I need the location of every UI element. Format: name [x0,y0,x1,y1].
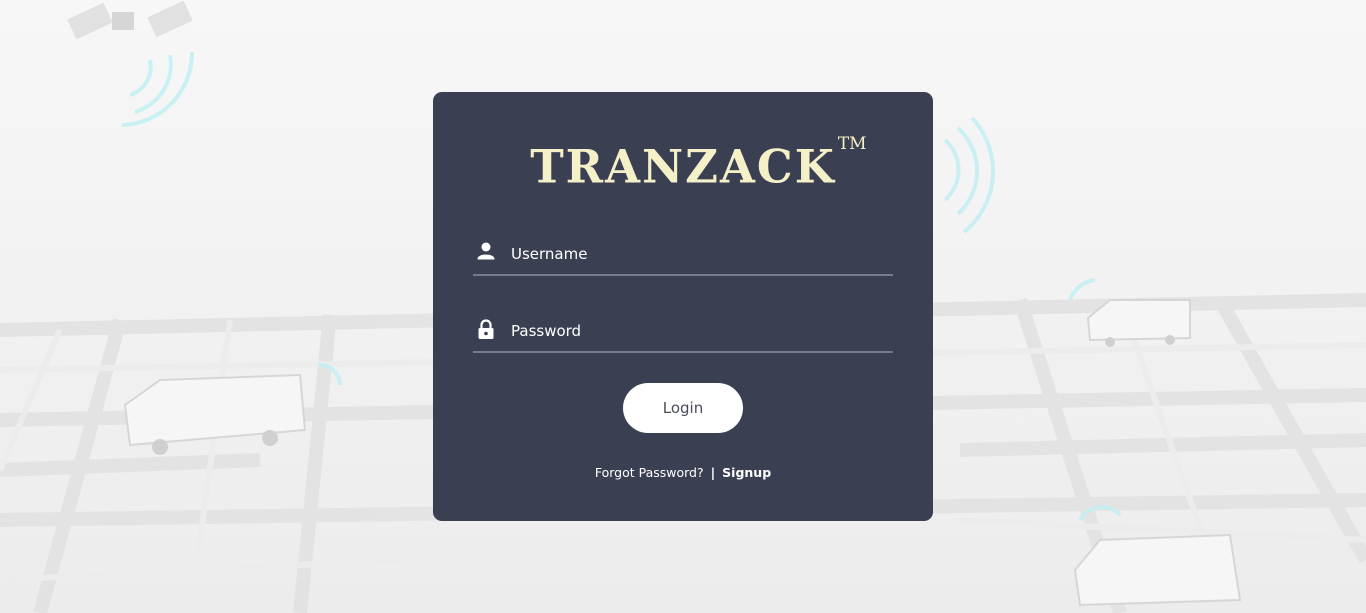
trademark-symbol: TM [837,134,867,154]
login-card: TRANZACKTM Login Forgot Password? | Sign… [433,92,933,521]
username-field [473,238,893,276]
login-page: TRANZACKTM Login Forgot Password? | Sign… [0,0,1366,613]
link-separator: | [710,465,716,480]
brand-logo: TRANZACK TM [433,134,933,210]
lock-icon [478,319,494,339]
password-input[interactable] [511,318,881,344]
account-links: Forgot Password? | Signup [433,465,933,480]
username-input[interactable] [511,241,881,267]
brand-name: TRANZACK [530,139,836,194]
login-button[interactable]: Login [623,383,743,433]
user-icon [477,242,495,260]
forgot-password-link[interactable]: Forgot Password? [595,465,704,480]
signup-link[interactable]: Signup [722,465,771,480]
password-field [473,315,893,353]
